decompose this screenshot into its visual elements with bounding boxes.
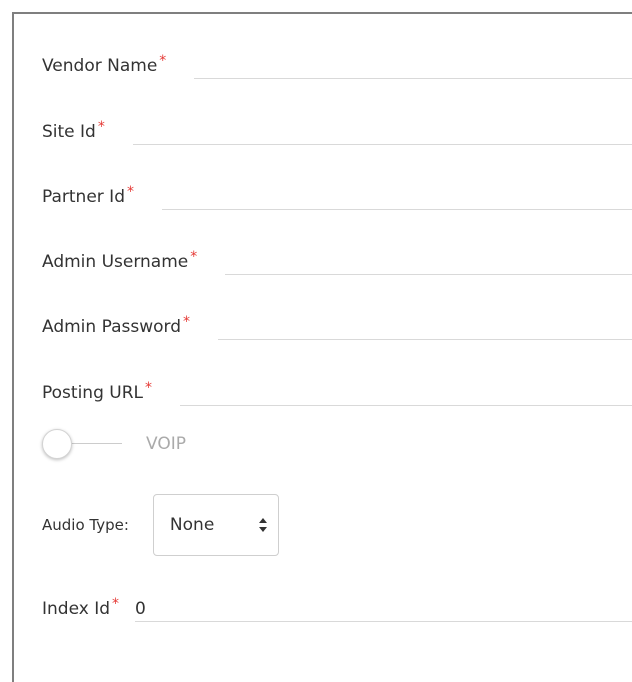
audio-type-row: Audio Type: None: [42, 494, 279, 556]
index-id-label: Index Id *: [42, 596, 120, 619]
required-star: *: [190, 249, 198, 265]
admin-username-label: Admin Username *: [42, 249, 198, 272]
audio-type-selected-value: None: [169, 515, 215, 535]
vendor-form-panel: Vendor Name * Site Id * Partner Id * Admin …: [12, 12, 632, 682]
vendor-name-input[interactable]: [194, 56, 632, 79]
admin-username-input[interactable]: [225, 252, 632, 275]
required-star: *: [112, 596, 120, 612]
posting-url-field: Posting URL *: [42, 376, 632, 406]
audio-type-select[interactable]: None: [152, 494, 279, 556]
vendor-name-label: Vendor Name *: [42, 53, 167, 76]
required-star: *: [159, 53, 167, 69]
site-id-field: Site Id *: [42, 115, 632, 145]
updown-chevron-icon-svg: [258, 518, 267, 532]
required-star: *: [97, 119, 105, 135]
site-id-label: Site Id *: [42, 119, 105, 142]
index-id-input[interactable]: [135, 599, 632, 622]
vendor-name-field: Vendor Name *: [42, 49, 632, 79]
admin-password-field: Admin Password *: [42, 310, 632, 340]
voip-toggle-row: VOIP: [42, 429, 186, 459]
admin-password-label: Admin Password *: [42, 314, 190, 337]
site-id-input[interactable]: [132, 122, 632, 145]
toggle-knob[interactable]: [42, 429, 72, 459]
voip-toggle[interactable]: [42, 429, 122, 459]
required-star: *: [127, 184, 134, 200]
posting-url-input[interactable]: [180, 383, 632, 406]
voip-label: VOIP: [146, 434, 186, 454]
required-star: *: [145, 380, 152, 396]
index-id-field: Index Id *: [42, 592, 632, 622]
audio-type-label: Audio Type:: [42, 516, 129, 534]
admin-password-input[interactable]: [218, 317, 632, 340]
required-star: *: [183, 314, 190, 330]
admin-username-field: Admin Username *: [42, 245, 632, 275]
posting-url-label: Posting URL *: [42, 380, 152, 403]
partner-id-input[interactable]: [162, 187, 632, 210]
partner-id-label: Partner Id *: [42, 184, 134, 207]
partner-id-field: Partner Id *: [42, 180, 632, 210]
updown-chevron-icon: [258, 517, 268, 533]
